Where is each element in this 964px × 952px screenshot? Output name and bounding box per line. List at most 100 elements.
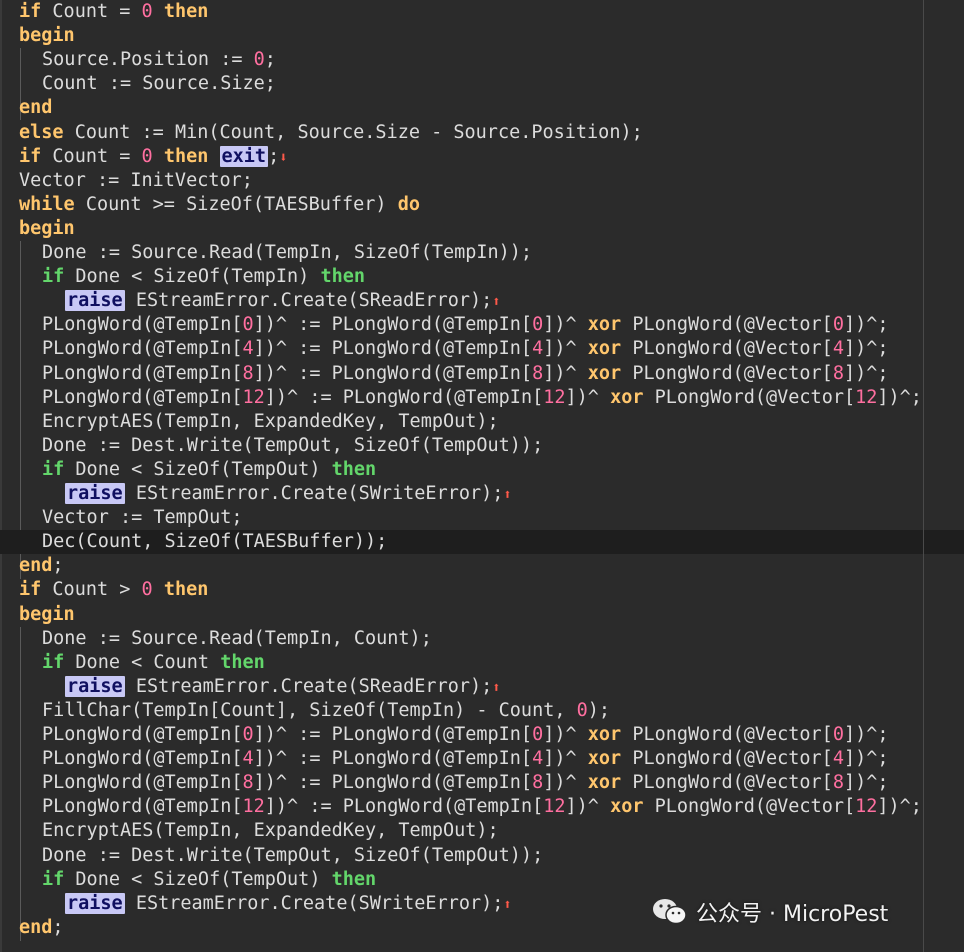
number-literal: 4 bbox=[532, 338, 544, 360]
number-literal: 0 bbox=[532, 314, 544, 336]
code-line[interactable]: if Count = 0 then exit ;⬇ bbox=[0, 145, 964, 169]
code-line[interactable]: PLongWord(@TempIn[12])^ := PLongWord(@Te… bbox=[0, 386, 964, 410]
code-line[interactable]: if Done < SizeOf(TempOut) then bbox=[0, 868, 964, 892]
code-line-content: Vector := TempOut; bbox=[42, 506, 242, 530]
code-text: ])^ bbox=[543, 724, 588, 745]
code-text: PLongWord(@Vector[ bbox=[643, 796, 856, 818]
code-line[interactable]: Done := Dest.Write(TempOut, SizeOf(TempO… bbox=[0, 434, 964, 458]
code-line[interactable]: PLongWord(@TempIn[12])^ := PLongWord(@Te… bbox=[0, 795, 964, 819]
code-line-content: if Done < SizeOf(TempOut) then bbox=[42, 458, 376, 482]
code-line[interactable]: Done := Dest.Write(TempOut, SizeOf(TempO… bbox=[0, 844, 964, 868]
code-line-content: PLongWord(@TempIn[12])^ := PLongWord(@Te… bbox=[42, 795, 922, 819]
code-line[interactable]: PLongWord(@TempIn[4])^ := PLongWord(@Tem… bbox=[0, 747, 964, 771]
code-text: ])^; bbox=[877, 796, 922, 818]
code-line[interactable]: Vector := TempOut; bbox=[0, 506, 964, 530]
code-line[interactable]: PLongWord(@TempIn[ 0])^ := PLongWord(@Tem… bbox=[0, 313, 964, 337]
code-line[interactable]: while Count >= SizeOf(TAESBuffer) do bbox=[0, 193, 964, 217]
number-literal: 4 bbox=[242, 338, 254, 360]
code-line[interactable]: Source.Position := 0; bbox=[0, 48, 964, 72]
code-line[interactable]: Done := Source.Read(TempIn, Count); bbox=[0, 627, 964, 651]
code-text: Vector := InitVector; bbox=[19, 169, 253, 191]
number-literal: 4 bbox=[532, 748, 544, 770]
number-literal: 0 bbox=[242, 724, 254, 745]
code-line[interactable]: begin bbox=[0, 603, 964, 627]
number-literal: 8 bbox=[242, 772, 254, 794]
code-line[interactable]: Vector := InitVector; bbox=[0, 169, 964, 193]
number-literal: 12 bbox=[855, 386, 878, 408]
code-line[interactable]: if Count > 0 then bbox=[0, 578, 964, 602]
code-text: ])^ bbox=[565, 796, 611, 818]
keyword: xor bbox=[587, 772, 622, 794]
code-line-content: Source.Position := 0; bbox=[42, 48, 276, 72]
code-text: PLongWord(@Vector[ bbox=[621, 748, 833, 770]
code-text: PLongWord(@Vector[ bbox=[643, 386, 856, 408]
keyword: if bbox=[42, 868, 65, 890]
code-text: Done := Dest.Write(TempOut, SizeOf(TempO… bbox=[42, 844, 544, 866]
keyword: xor bbox=[610, 796, 644, 818]
keyword: xor bbox=[610, 386, 644, 408]
code-line[interactable]: FillChar(TempIn[Count], SizeOf(TempIn) -… bbox=[0, 699, 964, 723]
number-literal: 0 bbox=[532, 724, 544, 745]
code-line[interactable]: if Count = 0 then bbox=[0, 0, 964, 24]
code-line[interactable]: Dec(Count, SizeOf(TAESBuffer)); bbox=[0, 530, 964, 555]
code-line[interactable]: raise EStreamError.Create(SReadError);⬆ bbox=[0, 289, 964, 313]
code-text: Done := Dest.Write(TempOut, SizeOf(TempO… bbox=[42, 434, 544, 456]
code-text: Done < Count bbox=[64, 651, 221, 673]
arrow-down-icon: ⬇ bbox=[279, 149, 288, 166]
code-line[interactable]: if Done < SizeOf(TempOut) then bbox=[0, 458, 964, 482]
code-line[interactable]: PLongWord(@TempIn[8])^ := PLongWord(@Tem… bbox=[0, 362, 964, 386]
code-text: PLongWord(@TempIn[ bbox=[42, 362, 243, 384]
code-line-content: end bbox=[19, 96, 52, 120]
code-editor[interactable]: if Count = 0 then begin Source.Position :=… bbox=[0, 0, 964, 952]
code-line[interactable]: begin bbox=[0, 24, 964, 48]
keyword: then bbox=[320, 266, 366, 288]
code-line[interactable]: PLongWord(@TempIn[0])^ := PLongWord(@Tem… bbox=[0, 723, 964, 747]
code-line[interactable]: end bbox=[0, 96, 964, 120]
code-text: ])^ bbox=[543, 314, 588, 336]
code-line[interactable]: if Done < SizeOf(TempIn) then bbox=[0, 265, 964, 289]
code-text: Done < SizeOf(TempIn) bbox=[64, 266, 321, 288]
code-line[interactable]: end; bbox=[0, 554, 964, 578]
number-literal: 0 bbox=[832, 724, 844, 745]
code-text: Done := Source.Read(TempIn, Count); bbox=[42, 627, 432, 649]
code-text: PLongWord(@TempIn[ bbox=[42, 724, 243, 745]
code-line[interactable]: EncryptAES(TempIn, ExpandedKey, TempOut)… bbox=[0, 819, 964, 843]
code-text: Count := Min(Count, Source.Size - Source… bbox=[63, 121, 643, 143]
code-line-content: Done := Source.Read(TempIn, Count); bbox=[42, 627, 432, 651]
code-line[interactable]: begin bbox=[0, 217, 964, 241]
keyword: if bbox=[19, 1, 42, 22]
code-text: ; bbox=[268, 145, 280, 167]
code-text: PLongWord(@Vector[ bbox=[621, 362, 833, 384]
code-text: PLongWord(@TempIn[ bbox=[42, 796, 243, 818]
code-line-content: if Count = 0 then exit ;⬇ bbox=[19, 145, 288, 170]
code-text: ])^ bbox=[543, 772, 588, 794]
code-line-content: PLongWord(@TempIn[8])^ := PLongWord(@Tem… bbox=[42, 771, 889, 795]
code-line[interactable]: if Done < Count then bbox=[0, 651, 964, 675]
number-literal: 12 bbox=[543, 796, 566, 818]
code-line[interactable]: EncryptAES(TempIn, ExpandedKey, TempOut)… bbox=[0, 410, 964, 434]
number-literal: 4 bbox=[832, 338, 844, 360]
code-text: ; bbox=[264, 49, 276, 71]
code-line-content: if Done < SizeOf(TempOut) then bbox=[42, 868, 376, 892]
number-literal: 8 bbox=[532, 772, 544, 794]
number-literal: 8 bbox=[832, 772, 844, 794]
code-line[interactable]: else Count := Min(Count, Source.Size - S… bbox=[0, 121, 964, 145]
keyword: begin bbox=[19, 603, 75, 625]
code-line-content: EncryptAES(TempIn, ExpandedKey, TempOut)… bbox=[42, 819, 499, 843]
code-line[interactable]: PLongWord(@TempIn[8])^ := PLongWord(@Tem… bbox=[0, 771, 964, 795]
code-text: ])^ bbox=[543, 362, 588, 384]
keyword: then bbox=[163, 1, 209, 22]
code-text: ])^ := PLongWord(@TempIn[ bbox=[253, 314, 533, 336]
code-line[interactable]: raise EStreamError.Create(SWriteError);⬆ bbox=[0, 482, 964, 506]
watermark: 公众号 · MicroPest bbox=[650, 894, 888, 930]
code-line[interactable]: Count := Source.Size; bbox=[0, 72, 964, 96]
code-text: Count = bbox=[41, 145, 142, 167]
code-line[interactable]: raise EStreamError.Create(SReadError);⬆ bbox=[0, 675, 964, 699]
code-line[interactable]: Done := Source.Read(TempIn, SizeOf(TempI… bbox=[0, 241, 964, 265]
code-text: EStreamError.Create(SWriteError); bbox=[124, 892, 504, 914]
code-text: EStreamError.Create(SReadError); bbox=[124, 675, 493, 697]
code-text: PLongWord(@TempIn[ bbox=[42, 314, 243, 336]
code-text: PLongWord(@TempIn[ bbox=[42, 772, 243, 794]
code-line[interactable]: PLongWord(@TempIn[4])^ := PLongWord(@Tem… bbox=[0, 337, 964, 361]
highlighted-keyword: raise bbox=[65, 675, 125, 697]
